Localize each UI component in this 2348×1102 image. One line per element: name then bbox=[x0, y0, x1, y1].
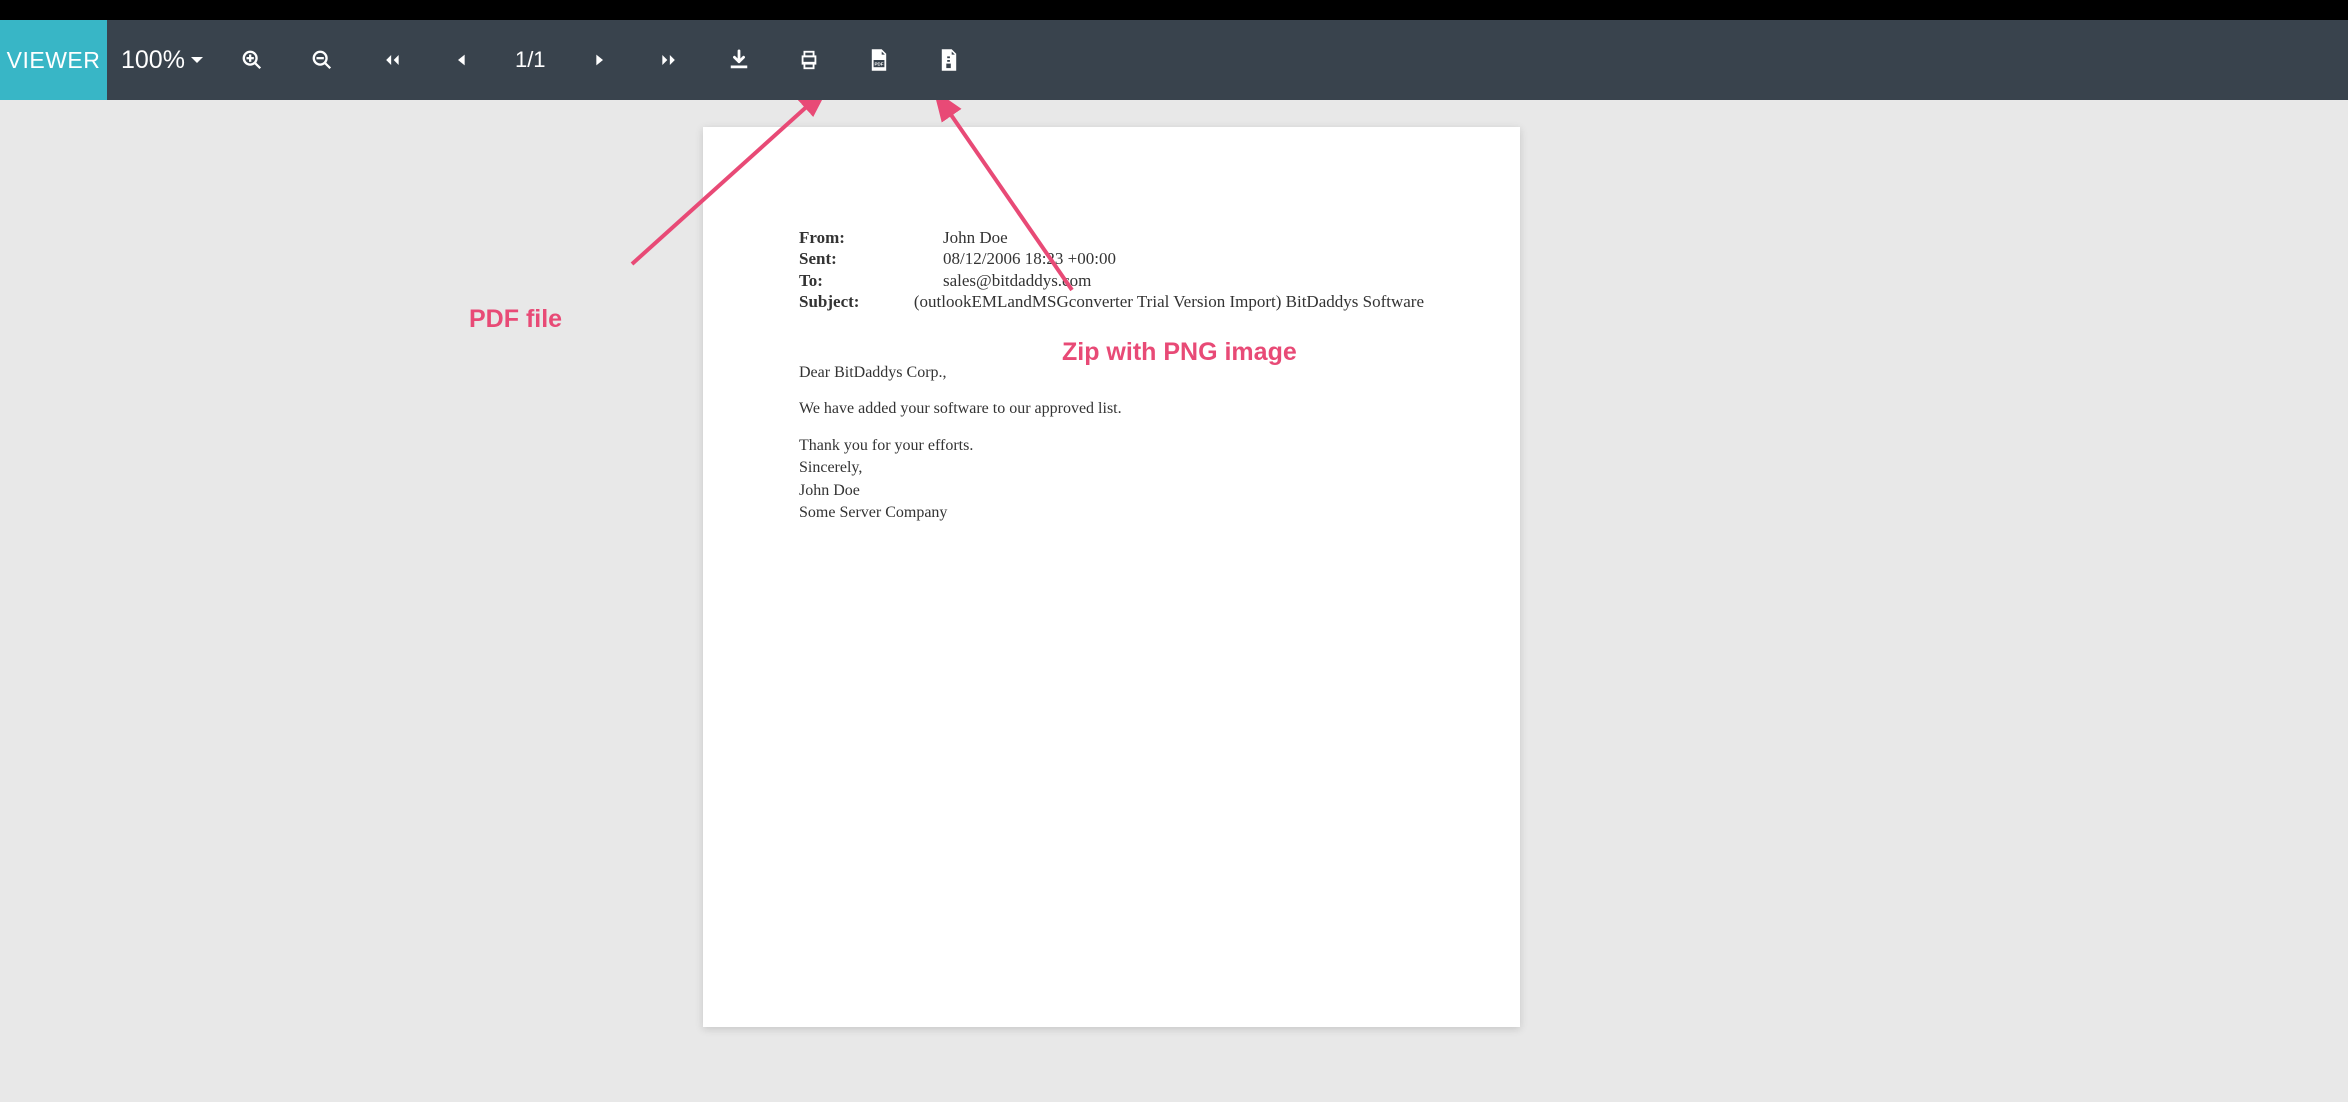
annotation-zip-label: Zip with PNG image bbox=[1062, 338, 1297, 367]
viewer-tab[interactable]: VIEWER bbox=[0, 20, 107, 100]
file-pdf-icon: PDF bbox=[870, 49, 888, 71]
window-black-bar bbox=[0, 0, 2348, 20]
body-line1: We have added your software to our appro… bbox=[799, 398, 1424, 420]
svg-text:PDF: PDF bbox=[874, 61, 883, 66]
body-signoff3: Some Server Company bbox=[799, 502, 1424, 524]
first-page-button[interactable] bbox=[357, 20, 427, 100]
header-row-sent: Sent: 08/12/2006 18:23 +00:00 bbox=[799, 248, 1424, 269]
page-indicator: 1/1 bbox=[497, 47, 564, 73]
last-page-button[interactable] bbox=[634, 20, 704, 100]
zoom-level-text: 100% bbox=[121, 46, 185, 75]
caret-down-icon bbox=[191, 57, 203, 63]
email-body: Dear BitDaddys Corp., We have added your… bbox=[799, 362, 1424, 524]
file-archive-icon bbox=[940, 49, 958, 71]
download-button[interactable] bbox=[704, 20, 774, 100]
zoom-in-icon bbox=[241, 49, 263, 71]
zoom-level-dropdown[interactable]: 100% bbox=[107, 20, 217, 100]
document-page: From: John Doe Sent: 08/12/2006 18:23 +0… bbox=[703, 127, 1520, 1027]
sent-label: Sent: bbox=[799, 248, 943, 269]
annotation-pdf-label: PDF file bbox=[469, 305, 562, 334]
to-value: sales@bitdaddys.com bbox=[943, 270, 1424, 291]
header-row-to: To: sales@bitdaddys.com bbox=[799, 270, 1424, 291]
download-icon bbox=[728, 49, 750, 71]
export-zip-button[interactable] bbox=[914, 20, 984, 100]
header-row-subject: Subject: (outlookEMLandMSGconverter Tria… bbox=[799, 291, 1424, 312]
to-label: To: bbox=[799, 270, 943, 291]
next-page-button[interactable] bbox=[564, 20, 634, 100]
toolbar: VIEWER 100% 1/1 bbox=[0, 20, 2348, 100]
header-row-from: From: John Doe bbox=[799, 227, 1424, 248]
zoom-out-button[interactable] bbox=[287, 20, 357, 100]
body-signoff2: John Doe bbox=[799, 480, 1424, 502]
viewer-canvas: From: John Doe Sent: 08/12/2006 18:23 +0… bbox=[0, 100, 2348, 1102]
double-chevron-right-icon bbox=[659, 50, 679, 70]
zoom-out-icon bbox=[311, 49, 333, 71]
body-signoff1: Sincerely, bbox=[799, 457, 1424, 479]
subject-value: (outlookEMLandMSGconverter Trial Version… bbox=[914, 291, 1424, 312]
print-icon bbox=[798, 49, 820, 71]
prev-page-button[interactable] bbox=[427, 20, 497, 100]
chevron-right-icon bbox=[591, 52, 607, 68]
from-label: From: bbox=[799, 227, 943, 248]
from-value: John Doe bbox=[943, 227, 1424, 248]
export-pdf-button[interactable]: PDF bbox=[844, 20, 914, 100]
print-button[interactable] bbox=[774, 20, 844, 100]
subject-label: Subject: bbox=[799, 291, 914, 312]
chevron-left-icon bbox=[454, 52, 470, 68]
sent-value: 08/12/2006 18:23 +00:00 bbox=[943, 248, 1424, 269]
double-chevron-left-icon bbox=[382, 50, 402, 70]
body-thanks: Thank you for your efforts. bbox=[799, 435, 1424, 457]
zoom-in-button[interactable] bbox=[217, 20, 287, 100]
